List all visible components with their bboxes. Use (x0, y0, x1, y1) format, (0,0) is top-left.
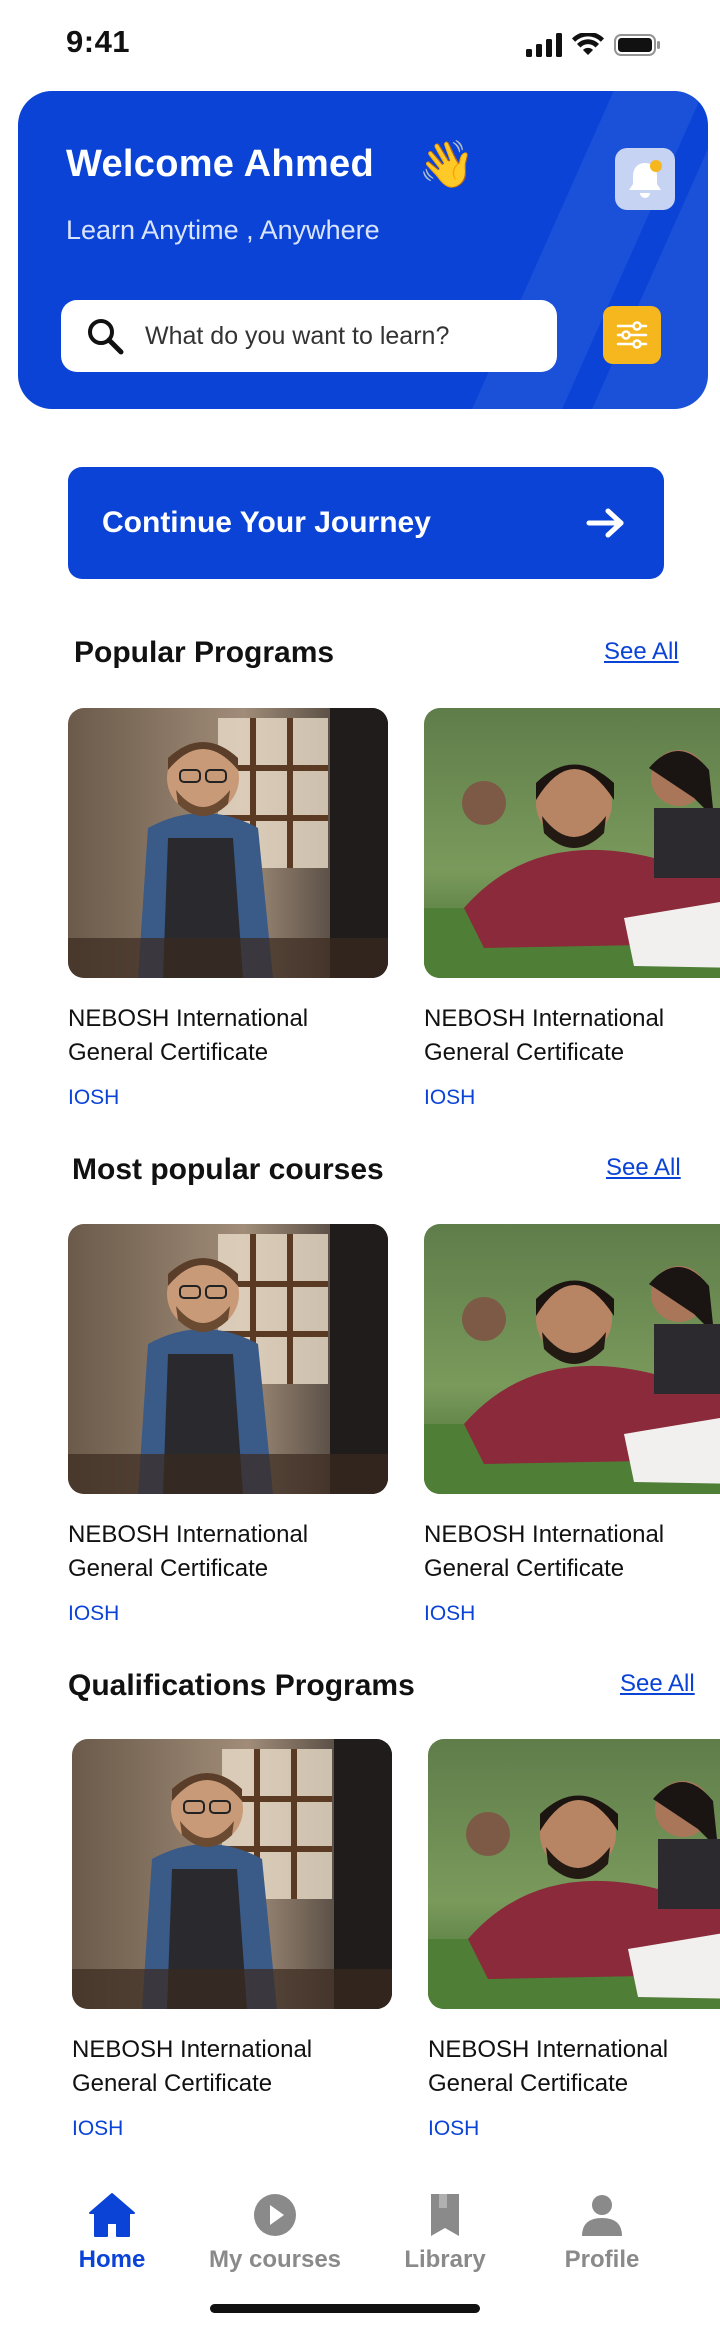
tagline: Learn Anytime , Anywhere (66, 215, 380, 245)
program-card-tag: IOSH (68, 1086, 120, 1109)
course-card[interactable]: NEBOSH International General Certificate… (424, 1224, 720, 1626)
craftsman-photo (68, 1224, 388, 1494)
battery-icon (614, 34, 660, 56)
home-indicator (210, 2304, 480, 2313)
wifi-icon (572, 33, 604, 55)
play-icon (254, 2194, 296, 2236)
program-card-title: NEBOSH International General Certificate (424, 1005, 665, 1066)
qualification-card-title: NEBOSH International General Certificate (72, 2036, 313, 2097)
friends-on-grass-photo (424, 1224, 720, 1494)
qualification-card-tag: IOSH (428, 2117, 480, 2140)
status-icons (526, 32, 662, 58)
filter-sliders-icon (616, 321, 648, 349)
nav-my-courses[interactable]: My courses (205, 2192, 345, 2274)
book-icon (431, 2194, 459, 2236)
see-all-most-popular-courses-link[interactable]: See All (606, 1154, 681, 1182)
search-bar[interactable] (61, 300, 557, 372)
craftsman-photo (72, 1739, 392, 2009)
continue-journey-button[interactable]: Continue Your Journey (68, 467, 664, 579)
program-card-tag: IOSH (424, 1086, 476, 1109)
section-title-popular-programs: Popular Programs (74, 636, 335, 669)
welcome-title: Welcome Ahmed (66, 143, 374, 185)
wave-emoji-icon: 👋 (418, 138, 476, 190)
user-icon (582, 2195, 622, 2236)
home-icon (89, 2193, 135, 2237)
nav-home-label: Home (78, 2246, 146, 2273)
qualification-card-title: NEBOSH International General Certificate (428, 2036, 669, 2097)
course-card[interactable]: NEBOSH International General Certificate… (68, 1224, 388, 1626)
nav-home[interactable]: Home (42, 2192, 182, 2274)
qualification-card-tag: IOSH (72, 2117, 124, 2140)
nav-library-label: Library (404, 2246, 486, 2273)
welcome-header-card: Welcome Ahmed 👋 Learn Anytime , Anywhere (18, 91, 708, 409)
section-title-most-popular-courses: Most popular courses (72, 1153, 384, 1186)
status-time: 9:41 (66, 24, 131, 59)
search-input[interactable] (143, 320, 527, 352)
course-card-title: NEBOSH International General Certificate (424, 1521, 665, 1582)
filter-button[interactable] (603, 306, 661, 364)
section-title-qualifications-programs: Qualifications Programs (68, 1669, 415, 1702)
course-card-title: NEBOSH International General Certificate (68, 1521, 309, 1582)
nav-my-courses-label: My courses (208, 2246, 342, 2273)
course-card-tag: IOSH (424, 1602, 476, 1625)
nav-profile[interactable]: Profile (532, 2192, 672, 2274)
see-all-popular-programs-link[interactable]: See All (604, 638, 679, 666)
program-card[interactable]: NEBOSH International General Certificate… (68, 708, 388, 1110)
qualification-card[interactable]: NEBOSH International General Certificate… (428, 1739, 720, 2141)
friends-on-grass-photo (428, 1739, 720, 2009)
arrow-right-icon (586, 508, 624, 538)
program-card[interactable]: NEBOSH International General Certificate… (424, 708, 720, 1110)
notifications-button[interactable] (615, 148, 675, 210)
cellular-signal-icon (526, 33, 562, 57)
search-icon (88, 319, 124, 355)
nav-library[interactable]: Library (375, 2192, 515, 2274)
qualification-card[interactable]: NEBOSH International General Certificate… (72, 1739, 392, 2141)
friends-on-grass-photo (424, 708, 720, 978)
nav-profile-label: Profile (564, 2246, 640, 2273)
program-card-title: NEBOSH International General Certificate (68, 1005, 309, 1066)
see-all-qualifications-programs-link[interactable]: See All (620, 1670, 695, 1698)
continue-journey-label: Continue Your Journey (102, 506, 431, 539)
bell-icon (629, 160, 662, 198)
course-card-tag: IOSH (68, 1602, 120, 1625)
craftsman-photo (68, 708, 388, 978)
